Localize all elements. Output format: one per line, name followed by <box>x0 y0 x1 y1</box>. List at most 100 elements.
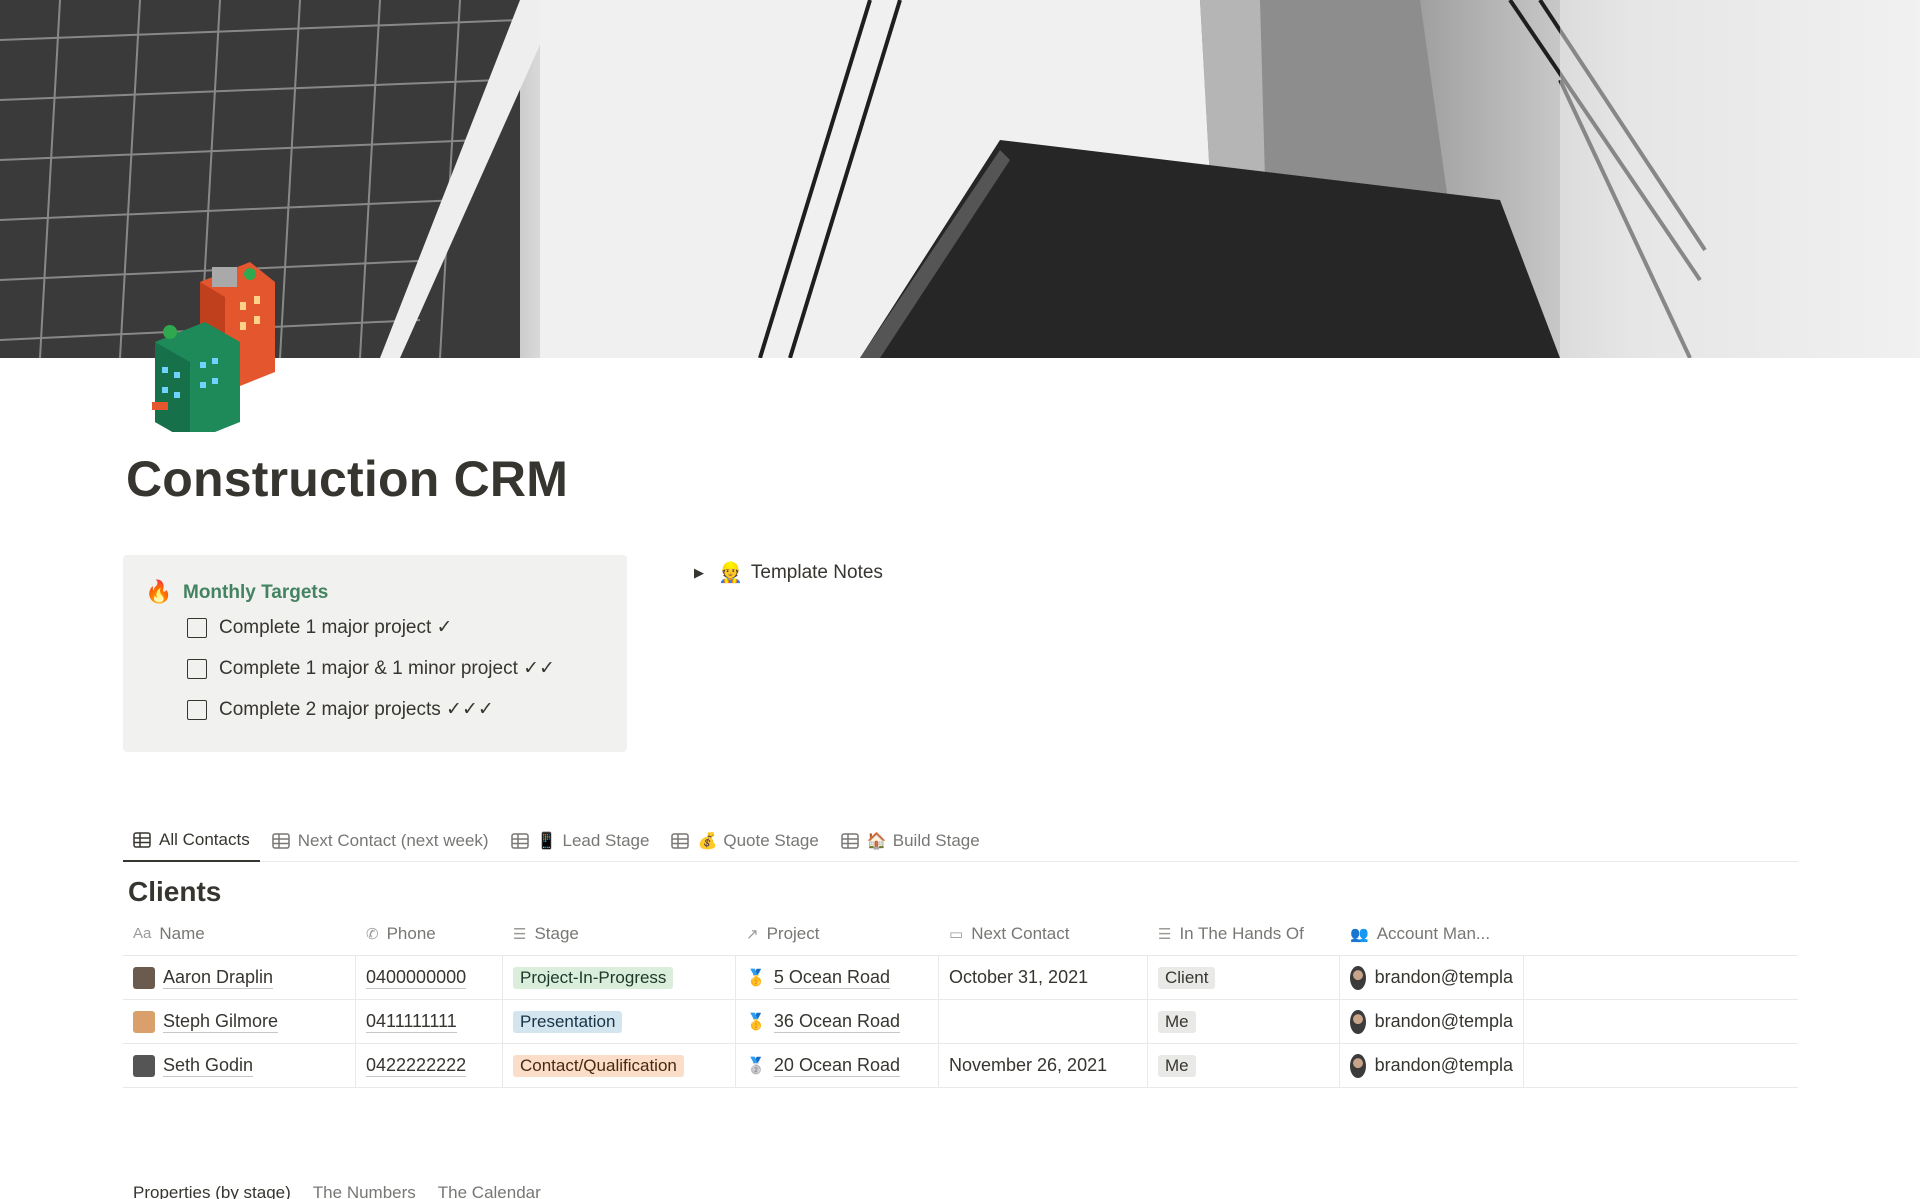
todo-label: Complete 1 major & 1 minor project ✓✓ <box>219 658 555 679</box>
column-header-stage[interactable]: ☰ Stage <box>503 912 736 955</box>
hands-tag: Me <box>1158 1010 1196 1033</box>
table-icon <box>671 833 690 849</box>
tab-label: Next Contact (next week) <box>297 831 489 850</box>
tab-next-contact[interactable]: Next Contact (next week) <box>262 820 499 862</box>
phone-cell[interactable]: 0411111111 <box>356 1000 503 1043</box>
next-contact-cell[interactable]: November 26, 2021 <box>939 1044 1148 1087</box>
column-header-name[interactable]: Aa Name <box>123 912 356 955</box>
todo-checkbox[interactable] <box>187 699 207 720</box>
todo-checkbox[interactable] <box>187 617 207 638</box>
todo-label: Complete 2 major projects ✓✓✓ <box>219 699 494 720</box>
calendar-icon: ▭ <box>949 925 964 943</box>
gold-medal-icon: 🥇 <box>746 969 766 987</box>
house-icon: 🏠 <box>866 833 887 850</box>
hands-cell[interactable]: Client <box>1148 956 1340 999</box>
table-row[interactable]: Steph Gilmore 0411111111 Presentation 🥇 3… <box>123 1000 1798 1044</box>
tab-the-calendar[interactable]: The Calendar <box>428 1183 551 1199</box>
worker-icon: 👷 <box>718 562 743 584</box>
todo-checkbox[interactable] <box>187 658 207 679</box>
fire-icon: 🔥 <box>145 579 173 604</box>
page-title[interactable]: Construction CRM <box>126 450 568 508</box>
hands-tag: Client <box>1158 966 1216 989</box>
database-title[interactable]: Clients <box>128 876 221 908</box>
gold-medal-icon: 🥇 <box>746 1013 766 1031</box>
todo-label: Complete 1 major project ✓ <box>219 617 453 638</box>
clients-table: Aa Name ✆ Phone ☰ Stage ↗ Project ▭ Next Cont… <box>123 912 1798 1088</box>
empty-cell <box>1524 1044 1798 1087</box>
column-header-project[interactable]: ↗ Project <box>736 912 939 955</box>
column-header-next-contact[interactable]: ▭ Next Contact <box>939 912 1148 955</box>
contact-avatar <box>133 1010 155 1033</box>
phone-icon: ✆ <box>366 925 379 943</box>
tab-label: Quote Stage <box>723 831 819 850</box>
account-manager-cell[interactable]: brandon@templa <box>1340 1000 1524 1043</box>
tab-label: Lead Stage <box>562 831 650 850</box>
table-icon <box>841 833 859 849</box>
toggle-label: Template Notes <box>750 561 883 583</box>
second-database-view-tabs: Properties (by stage) The Numbers The Ca… <box>123 1183 553 1199</box>
tab-lead-stage[interactable]: 📱 Lead Stage <box>501 820 660 862</box>
empty-cell <box>1524 956 1798 999</box>
stage-tag: Presentation <box>513 1010 623 1033</box>
todo-item: Complete 1 major project ✓ <box>187 616 452 639</box>
name-cell[interactable]: Aaron Draplin <box>123 956 356 999</box>
hands-cell[interactable]: Me <box>1148 1000 1340 1043</box>
stage-tag: Contact/Qualification <box>513 1054 684 1077</box>
contact-avatar <box>133 966 155 989</box>
tab-all-contacts[interactable]: All Contacts <box>123 820 260 862</box>
toggle-arrow-icon[interactable]: ▶ <box>694 565 704 581</box>
relation-arrow-icon: ↗ <box>746 925 759 943</box>
phone-cell[interactable]: 0400000000 <box>356 956 503 999</box>
tab-build-stage[interactable]: 🏠 Build Stage <box>831 820 990 862</box>
empty-cell <box>1524 1000 1798 1043</box>
hands-tag: Me <box>1158 1054 1196 1077</box>
tab-properties-by-stage[interactable]: Properties (by stage) <box>123 1183 301 1199</box>
next-contact-cell[interactable]: October 31, 2021 <box>939 956 1148 999</box>
table-icon <box>510 833 529 849</box>
account-manager-cell[interactable]: brandon@templa <box>1340 956 1524 999</box>
silver-medal-icon: 🥈 <box>746 1057 766 1075</box>
list-icon: ☰ <box>513 925 527 943</box>
column-header-phone[interactable]: ✆ Phone <box>356 912 503 955</box>
text-property-icon: Aa <box>133 925 152 942</box>
stage-cell[interactable]: Project-In-Progress <box>503 956 736 999</box>
user-avatar <box>1350 1053 1366 1078</box>
todo-item: Complete 2 major projects ✓✓✓ <box>187 698 494 721</box>
hands-cell[interactable]: Me <box>1148 1044 1340 1087</box>
project-cell[interactable]: 🥇 36 Ocean Road <box>736 1000 939 1043</box>
tab-quote-stage[interactable]: 💰 Quote Stage <box>661 820 828 862</box>
next-contact-cell[interactable] <box>939 1000 1148 1043</box>
building-icon[interactable] <box>150 262 280 442</box>
column-header-in-the-hands-of[interactable]: ☰ In The Hands Of <box>1148 912 1340 955</box>
database-view-tabs: All Contacts Next Contact (next week) 📱 … <box>123 820 1798 862</box>
table-icon <box>133 832 151 848</box>
table-icon <box>271 833 290 849</box>
money-bag-icon: 💰 <box>697 833 718 850</box>
tab-label: Build Stage <box>892 831 980 850</box>
user-avatar <box>1350 1009 1366 1034</box>
column-header-account-manager[interactable]: 👥 Account Man... <box>1340 912 1524 955</box>
stage-cell[interactable]: Presentation <box>503 1000 736 1043</box>
column-header-empty <box>1524 912 1798 955</box>
monthly-targets-callout: 🔥 Monthly Targets Complete 1 major proje… <box>123 555 627 752</box>
account-manager-cell[interactable]: brandon@templa <box>1340 1044 1524 1087</box>
table-row[interactable]: Seth Godin 0422222222 Contact/Qualificat… <box>123 1044 1798 1088</box>
list-icon: ☰ <box>1158 925 1172 943</box>
tab-label: All Contacts <box>159 830 250 849</box>
tab-the-numbers[interactable]: The Numbers <box>303 1183 426 1199</box>
user-avatar <box>1350 965 1366 990</box>
stage-cell[interactable]: Contact/Qualification <box>503 1044 736 1087</box>
name-cell[interactable]: Steph Gilmore <box>123 1000 356 1043</box>
name-cell[interactable]: Seth Godin <box>123 1044 356 1087</box>
table-row[interactable]: Aaron Draplin 0400000000 Project-In-Prog… <box>123 956 1798 1000</box>
phone-emoji-icon: 📱 <box>536 833 557 850</box>
project-cell[interactable]: 🥈 20 Ocean Road <box>736 1044 939 1087</box>
template-notes-toggle[interactable]: ▶ 👷 Template Notes <box>694 560 883 585</box>
todo-item: Complete 1 major & 1 minor project ✓✓ <box>187 657 555 680</box>
callout-title: Monthly Targets <box>183 582 329 603</box>
table-header: Aa Name ✆ Phone ☰ Stage ↗ Project ▭ Next Cont… <box>123 912 1798 956</box>
cover-image <box>0 0 1920 358</box>
phone-cell[interactable]: 0422222222 <box>356 1044 503 1087</box>
project-cell[interactable]: 🥇 5 Ocean Road <box>736 956 939 999</box>
stage-tag: Project-In-Progress <box>513 966 674 989</box>
